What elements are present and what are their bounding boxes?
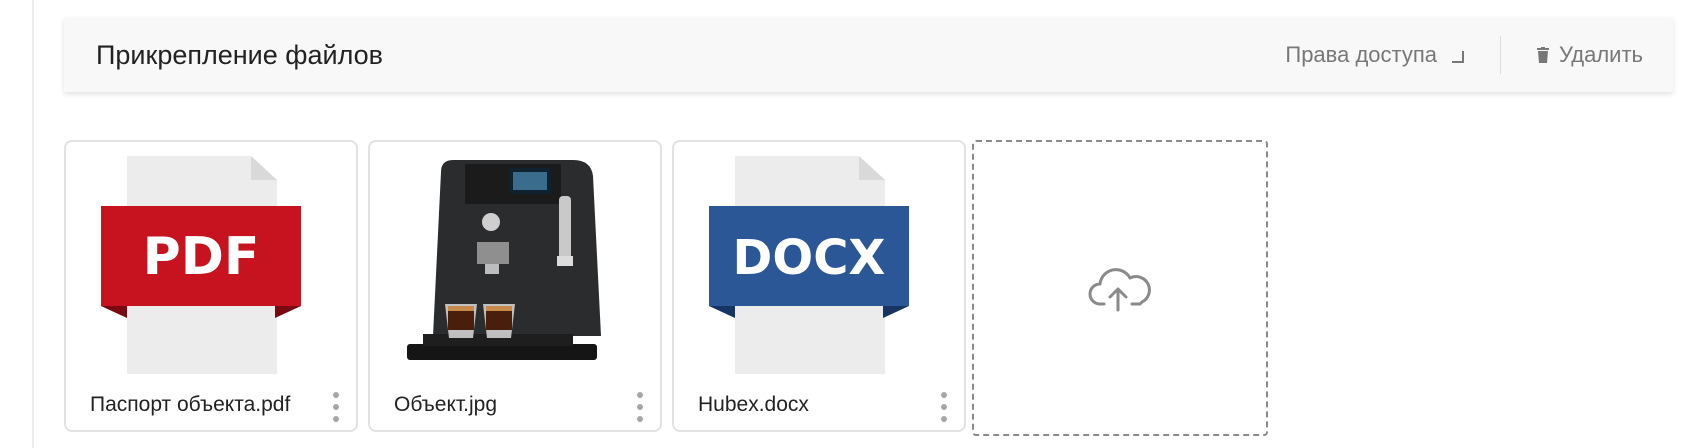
trash-icon xyxy=(1537,47,1549,63)
delete-label: Удалить xyxy=(1559,42,1643,67)
access-rights-label: Права доступа xyxy=(1285,42,1437,67)
more-options-icon[interactable] xyxy=(330,392,342,422)
cloud-upload-icon xyxy=(1088,268,1151,312)
header-actions: Права доступа Удалить xyxy=(1285,18,1673,92)
access-rights-button[interactable]: Права доступа xyxy=(1285,42,1464,68)
file-card-docx[interactable]: DOCX Hubex.docx xyxy=(672,140,966,432)
file-name: Hubex.docx xyxy=(698,393,809,416)
delete-button[interactable]: Удалить xyxy=(1537,42,1643,68)
docx-file-icon: DOCX xyxy=(709,156,909,374)
attachments-header: Прикрепление файлов Права доступа Удалит… xyxy=(64,18,1673,92)
pdf-file-icon: PDF xyxy=(101,156,301,374)
header-divider xyxy=(1500,36,1501,74)
file-name: Паспорт объекта.pdf xyxy=(90,393,291,416)
file-card-jpg[interactable]: Объект.jpg xyxy=(368,140,662,432)
more-options-icon[interactable] xyxy=(634,392,646,422)
corner-icon xyxy=(1452,51,1464,63)
file-name: Объект.jpg xyxy=(394,393,498,416)
file-card-pdf[interactable]: PDF Паспорт объекта.pdf xyxy=(64,140,358,432)
panel-title: Прикрепление файлов xyxy=(96,39,383,70)
pdf-thumb-label: PDF xyxy=(143,227,260,287)
docx-thumb-label: DOCX xyxy=(733,230,886,286)
left-border xyxy=(32,0,34,448)
more-options-icon[interactable] xyxy=(938,392,950,422)
coffee-machine-image xyxy=(407,160,601,360)
upload-dropzone[interactable] xyxy=(972,140,1268,436)
